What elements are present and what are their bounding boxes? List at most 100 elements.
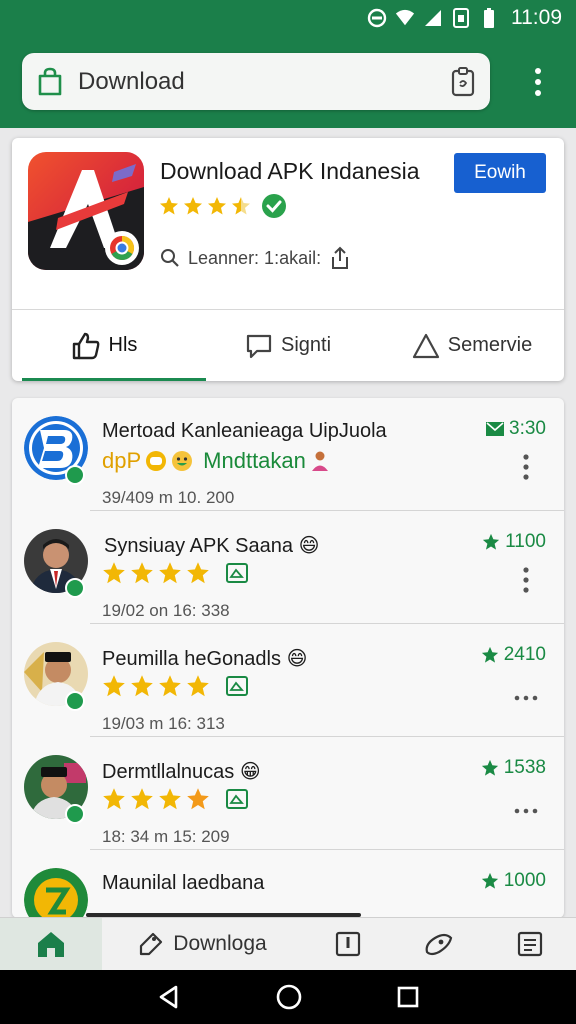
tab-label: Semervie (447, 334, 533, 356)
home-circle-icon[interactable] (275, 983, 303, 1011)
star-icon (159, 788, 181, 810)
app-title: Download APK Indanesia (160, 158, 420, 184)
nav-menu[interactable] (484, 918, 575, 970)
image-tag-icon (226, 563, 248, 583)
nav-downloads[interactable]: Downloga (102, 918, 302, 970)
list-item[interactable]: Peumilla heGonadls 😄 19/03 m 16: 313 241… (12, 624, 564, 737)
verified-badge-icon (65, 465, 85, 485)
tab-signti[interactable]: Signti (196, 310, 380, 381)
battery-icon (479, 8, 499, 28)
item-rating (102, 561, 248, 585)
star-icon (131, 562, 153, 584)
star-icon (184, 197, 202, 215)
list-item[interactable]: Maunilal laedbana 1000 (12, 850, 564, 918)
nav-downloads-label: Downloga (173, 932, 267, 955)
game-icon (146, 451, 167, 471)
star-icon (159, 675, 181, 697)
item-rating (102, 787, 248, 811)
explore-icon (425, 933, 452, 956)
clock: 11:09 (511, 6, 562, 29)
star-icon (483, 533, 500, 550)
nav-home[interactable] (0, 918, 102, 970)
comment-icon (246, 334, 272, 358)
item-title: Peumilla heGonadls 😄 (102, 648, 308, 670)
signal-icon (423, 8, 443, 28)
thumbs-up-icon (72, 332, 99, 359)
emoji-icon: 😄 (286, 648, 308, 670)
image-tag-icon (226, 789, 248, 809)
half-star-icon (187, 788, 209, 810)
tab-semervie[interactable]: Semervie (380, 310, 564, 381)
verified-badge-icon (65, 804, 85, 824)
image-tag-icon (226, 676, 248, 696)
star-icon (187, 562, 209, 584)
list-item[interactable]: Dermtllalnucas 😁 18: 34 m 15: 209 1538 (12, 737, 564, 850)
sim-icon (451, 8, 471, 28)
star-icon (131, 788, 153, 810)
avatar (24, 868, 88, 918)
verified-badge-icon (65, 578, 85, 598)
more-vertical-icon[interactable] (514, 452, 538, 482)
more-horizontal-icon[interactable] (514, 678, 538, 708)
install-button[interactable]: Eowih (454, 153, 546, 193)
tab-hls[interactable]: Hls (12, 310, 196, 381)
search-label: Download (78, 67, 185, 95)
item-count: 1000 (481, 870, 546, 892)
app-bar: Download (0, 36, 576, 128)
app-meta-text: Leanner: 1:akail: (188, 247, 322, 268)
more-horizontal-icon[interactable] (514, 791, 538, 821)
verified-badge-icon (65, 691, 85, 711)
verified-badge-icon (262, 194, 286, 218)
star-icon (187, 675, 209, 697)
item-tag: dpP (102, 448, 142, 473)
half-star-icon (232, 197, 250, 215)
more-vertical-icon[interactable] (514, 565, 538, 595)
nav-explore[interactable] (393, 918, 484, 970)
mail-icon (486, 422, 505, 436)
star-icon (481, 646, 498, 663)
tab-label: Signti (280, 334, 332, 356)
star-icon (208, 197, 226, 215)
search-field[interactable]: Download (22, 53, 490, 110)
bottom-nav: Downloga (0, 917, 576, 970)
app-header-card: Download APK Indanesia Leanner: 1:akail:… (12, 138, 564, 381)
list-icon (517, 931, 542, 957)
back-icon[interactable] (156, 984, 182, 1010)
star-icon (103, 562, 125, 584)
item-count: 2410 (481, 644, 546, 666)
list-item[interactable]: Synsiuay APK Saana 😄 19/02 on 16: 338 11… (12, 511, 564, 624)
star-icon (481, 759, 498, 776)
notice-icon (335, 931, 360, 957)
star-icon (131, 675, 153, 697)
wifi-icon (395, 8, 415, 28)
search-icon (161, 249, 179, 267)
app-meta: Leanner: 1:akail: (160, 246, 351, 270)
item-tag: Mndttakan (203, 448, 306, 473)
nav-notices[interactable] (302, 918, 393, 970)
star-icon (103, 675, 125, 697)
emoji-icon: 😁 (239, 761, 261, 783)
person-icon (311, 451, 328, 471)
item-title: Mertoad Kanleanieaga UipJuola (102, 420, 387, 442)
item-date: 19/02 on 16: 338 (102, 601, 230, 620)
download-list: Mertoad Kanleanieaga UipJuola dpP Mndtta… (12, 398, 564, 918)
dot-icon (535, 68, 541, 74)
emoji-icon (172, 451, 193, 471)
item-count: 1100 (482, 531, 546, 553)
item-title: Dermtllalnucas 😁 (102, 761, 261, 783)
star-icon (159, 562, 181, 584)
share-icon[interactable] (329, 246, 351, 270)
item-title: Maunilal laedbana (102, 872, 265, 894)
recents-icon[interactable] (396, 985, 420, 1009)
item-date: 18: 34 m 15: 209 (102, 827, 230, 846)
status-bar: 11:09 (0, 0, 576, 36)
dot-icon (535, 79, 541, 85)
clipboard-icon[interactable] (450, 66, 476, 97)
tab-label: Hls (108, 334, 138, 356)
tag-icon (140, 932, 163, 956)
list-item[interactable]: Mertoad Kanleanieaga UipJuola dpP Mndtta… (12, 398, 564, 511)
overflow-menu-button[interactable] (528, 66, 548, 98)
app-rating (159, 193, 287, 219)
tab-indicator (22, 378, 206, 381)
app-logo (28, 152, 144, 270)
